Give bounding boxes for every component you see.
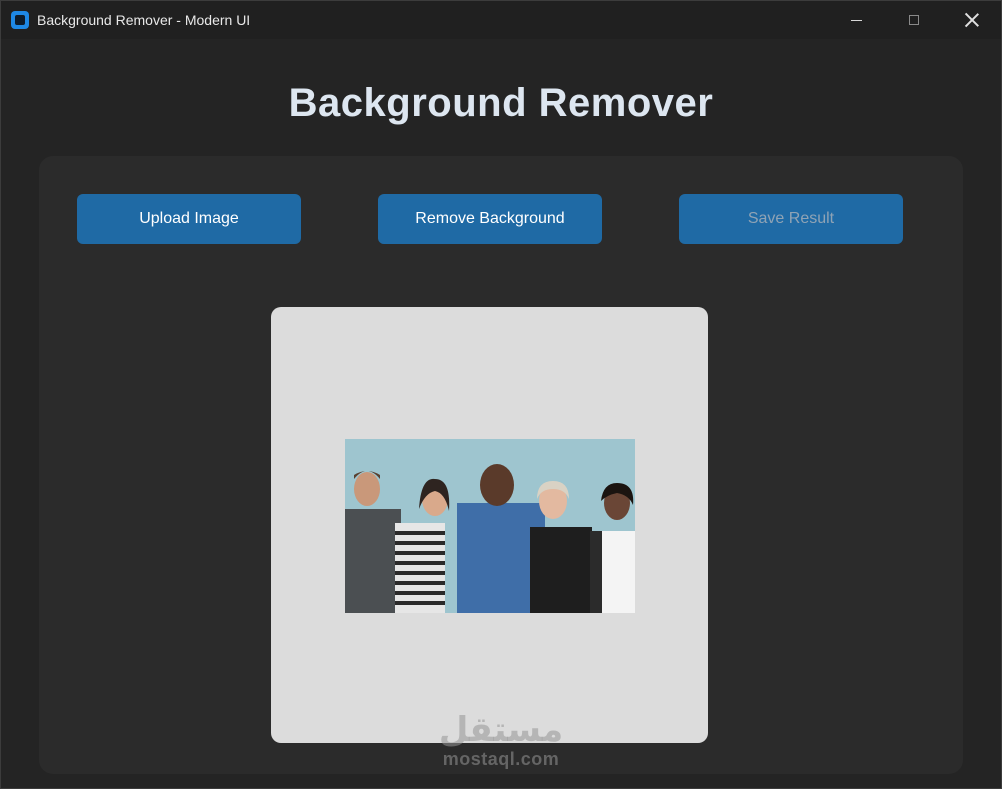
app-window: Background Remover - Modern UI Backgroun…: [0, 0, 1002, 789]
window-controls: [827, 1, 1001, 39]
image-preview-canvas: [271, 307, 708, 743]
main-panel: Upload Image Remove Background Save Resu…: [39, 156, 963, 774]
page-title: Background Remover: [288, 81, 714, 125]
close-icon: [965, 13, 979, 27]
title-bar[interactable]: Background Remover - Modern UI: [1, 1, 1001, 39]
maximize-icon: [909, 15, 919, 25]
upload-image-button[interactable]: Upload Image: [77, 194, 301, 244]
group-photo: [345, 439, 635, 613]
save-result-button[interactable]: Save Result: [679, 194, 903, 244]
close-button[interactable]: [943, 1, 1001, 39]
window-title: Background Remover - Modern UI: [37, 12, 251, 28]
minimize-button[interactable]: [827, 1, 885, 39]
remove-background-button[interactable]: Remove Background: [378, 194, 602, 244]
app-icon: [11, 11, 29, 29]
maximize-button[interactable]: [885, 1, 943, 39]
minimize-icon: [850, 19, 862, 21]
preview-image: [345, 439, 635, 613]
